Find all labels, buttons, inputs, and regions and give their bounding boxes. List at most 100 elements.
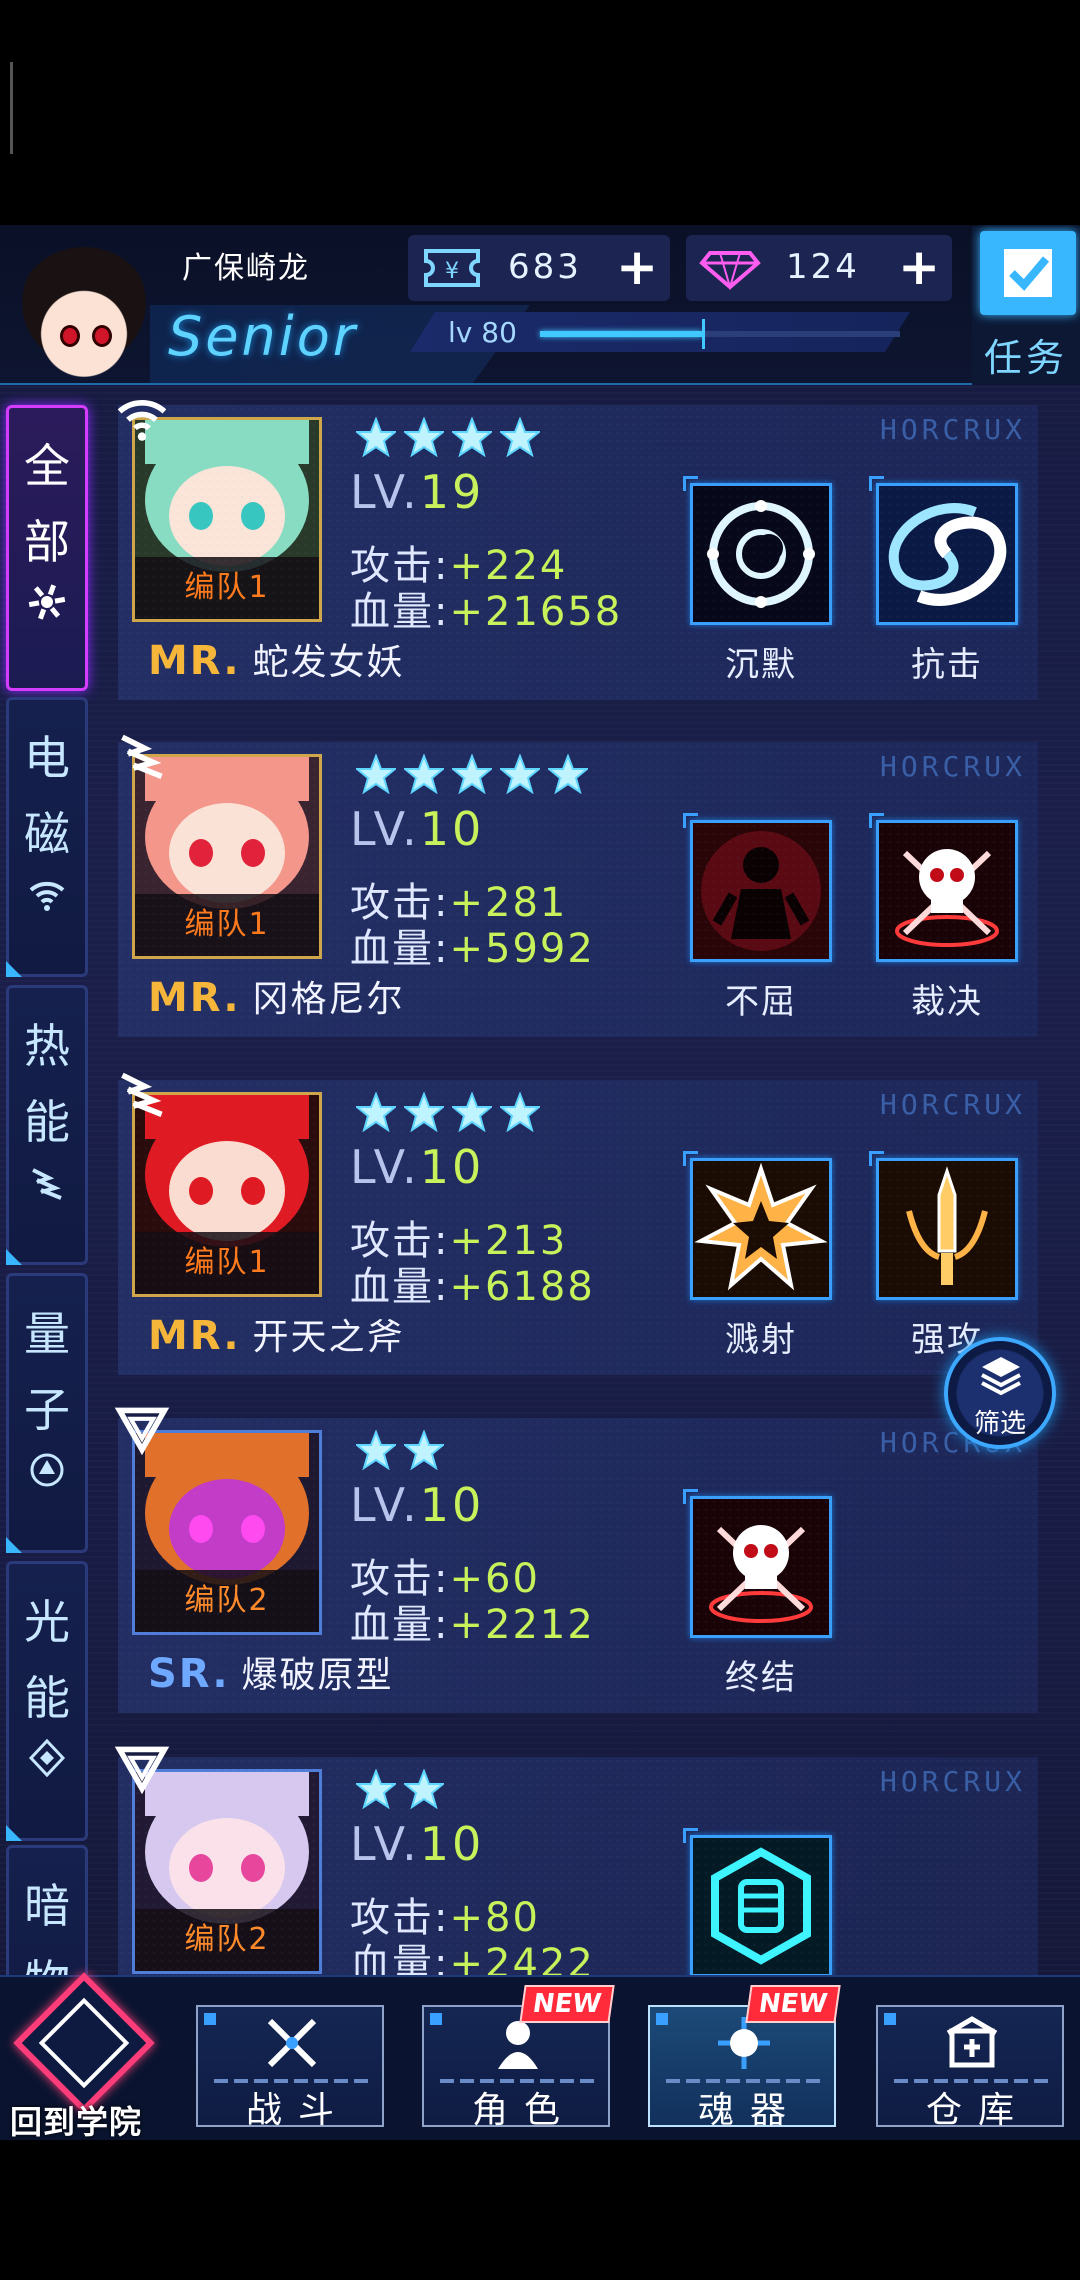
heat-icon (27, 1162, 67, 1202)
avatar-eye (60, 325, 80, 347)
hp-value: +6188 (449, 1264, 595, 1310)
sidebar-tab-0[interactable]: 全部 (6, 405, 88, 691)
level-value: 10 (419, 1478, 485, 1532)
horcrux-card[interactable]: HORCRUX 编队1 LV.10 攻击:+281 血量:+5992 MR. 冈格尼尔 不屈… (118, 734, 1038, 1037)
star-icon (354, 1091, 398, 1138)
nav-label: 角色 (471, 2090, 576, 2131)
nav-tab-0[interactable]: 战斗 (196, 2005, 384, 2131)
skill-label: 不屈 (725, 982, 797, 1022)
name-text: 蛇发女妖 (252, 642, 405, 683)
sidebar-tab-2[interactable]: 热能 (6, 985, 88, 1265)
add-gems-button[interactable]: + (898, 239, 940, 295)
filter-button[interactable]: 筛选 (944, 1337, 1056, 1449)
level-prefix: LV. (350, 1817, 420, 1871)
all-element-icon (27, 582, 67, 622)
gems-box: 124 + (686, 235, 952, 301)
sidebar-tab-1[interactable]: 电磁 (6, 697, 88, 977)
return-academy-button[interactable]: 回到学院 (0, 1972, 170, 2140)
vortex-icon (869, 476, 1018, 625)
level-prefix: LV. (350, 1140, 420, 1194)
card-watermark: HORCRUX (879, 1765, 1026, 1798)
character-portrait[interactable]: 编队1 (132, 754, 322, 959)
add-currency-button[interactable]: + (616, 239, 658, 295)
sidebar-tab-char: 全 (24, 439, 70, 493)
hp-label: 血量: (350, 589, 450, 635)
tab-corner-decoration (6, 1537, 22, 1553)
name-text: 爆破原型 (241, 1655, 394, 1696)
nav-tab-2[interactable]: 魂器 NEW (648, 1985, 841, 2131)
horcrux-card[interactable]: HORCRUX 编队1 LV.10 攻击:+213 血量:+6188 MR. 开天之斧 溅射… (118, 1072, 1038, 1375)
level-value: 10 (419, 1817, 485, 1871)
level-prefix: LV. (350, 465, 420, 519)
card-watermark: HORCRUX (879, 413, 1026, 446)
skill-label: 终结 (725, 1658, 797, 1698)
star-icon (402, 1091, 446, 1138)
heat-icon (114, 1064, 170, 1120)
game-area: 广保崎龙 Senior ¥ 683 + 124 + lv 80 任务 全 部 电… (0, 225, 1080, 2140)
team-tag: 编队1 (135, 1232, 319, 1294)
star-icon (402, 753, 446, 800)
character-name: MR. 开天之斧 (148, 1308, 405, 1360)
star-icon (354, 416, 398, 463)
rarity-stars (354, 1768, 446, 1815)
rarity-stars (354, 1429, 446, 1476)
star-icon (402, 1429, 446, 1476)
hp-label: 血量: (350, 926, 450, 972)
heat-icon (114, 726, 170, 782)
character-portrait[interactable]: 编队1 (132, 1092, 322, 1297)
sidebar-tab-3[interactable]: 量子 (6, 1273, 88, 1553)
name-text: 冈格尼尔 (252, 979, 405, 1020)
sidebar-tab-char: 量 (24, 1307, 70, 1361)
status-indicator (10, 62, 13, 154)
hp-stat: 血量:+5992 (350, 916, 595, 974)
rarity-stars (354, 1091, 542, 1138)
bottom-navigation: 回到学院 战斗 角色 NEW 魂器 NEW 仓库 (0, 1972, 1080, 2140)
rarity-stars (354, 753, 590, 800)
horcrux-card[interactable]: HORCRUX 编队1 LV.19 攻击:+224 血量:+21658 MR. 蛇发女妖沉… (117, 400, 1038, 700)
player-avatar[interactable] (14, 247, 154, 387)
quantum-icon (27, 1450, 67, 1490)
rarity-label: MR. (148, 638, 241, 684)
warehouse-icon (942, 2013, 1002, 2073)
character-level: LV.10 (350, 1140, 484, 1194)
level-value: 10 (419, 802, 485, 856)
tab-corner-decoration (6, 961, 22, 977)
horcrux-card[interactable]: HORCRUX 编队2 LV.10 攻击:+60 血量:+2212 SR. 爆破原型 终结 (114, 1407, 1038, 1713)
filter-label: 筛选 (973, 1409, 1026, 1439)
nav-label: 魂器 (697, 2090, 802, 2131)
nav-corner-decoration (884, 2013, 896, 2025)
hp-stat: 血量:+2212 (350, 1592, 595, 1650)
rarity-label: MR. (148, 1313, 241, 1359)
skill-label: 沉默 (725, 645, 797, 685)
nav-corner-decoration (204, 2013, 216, 2025)
nav-tab-3[interactable]: 仓库 (876, 2005, 1064, 2131)
star-icon (450, 753, 494, 800)
sidebar-tab-4[interactable]: 光能 (6, 1561, 88, 1841)
task-button[interactable]: 任务 (972, 227, 1080, 385)
sword-icon (869, 1151, 1018, 1300)
new-badge: NEW (745, 1985, 841, 2023)
skill-label: 裁决 (911, 982, 983, 1022)
rarity-label: MR. (148, 975, 241, 1021)
character-portrait[interactable]: 编队2 (132, 1769, 322, 1974)
sidebar-tab-char: 部 (24, 515, 70, 569)
character-portrait[interactable]: 编队1 (132, 417, 322, 622)
star-icon (354, 1429, 398, 1476)
star-icon (402, 1768, 446, 1815)
star-icon (450, 1091, 494, 1138)
character-level: LV.10 (350, 802, 484, 856)
skull-swords-icon (869, 813, 1018, 962)
nav-label: 战斗 (245, 2090, 350, 2131)
skill-label: 溅射 (725, 1320, 797, 1360)
character-level: LV.19 (350, 465, 484, 519)
card-watermark: HORCRUX (879, 750, 1026, 783)
level-value: 19 (419, 465, 485, 519)
xp-progress-bar (540, 319, 900, 349)
player-level: lv 80 (448, 316, 517, 349)
player-header: 广保崎龙 Senior ¥ 683 + 124 + lv 80 任务 (0, 225, 1080, 387)
star-icon (498, 416, 542, 463)
nav-tab-1[interactable]: 角色 NEW (422, 1985, 615, 2131)
character-portrait[interactable]: 编队2 (132, 1430, 322, 1635)
yuan-ticket-icon: ¥ (424, 249, 480, 287)
character-name: MR. 冈格尼尔 (148, 970, 405, 1022)
